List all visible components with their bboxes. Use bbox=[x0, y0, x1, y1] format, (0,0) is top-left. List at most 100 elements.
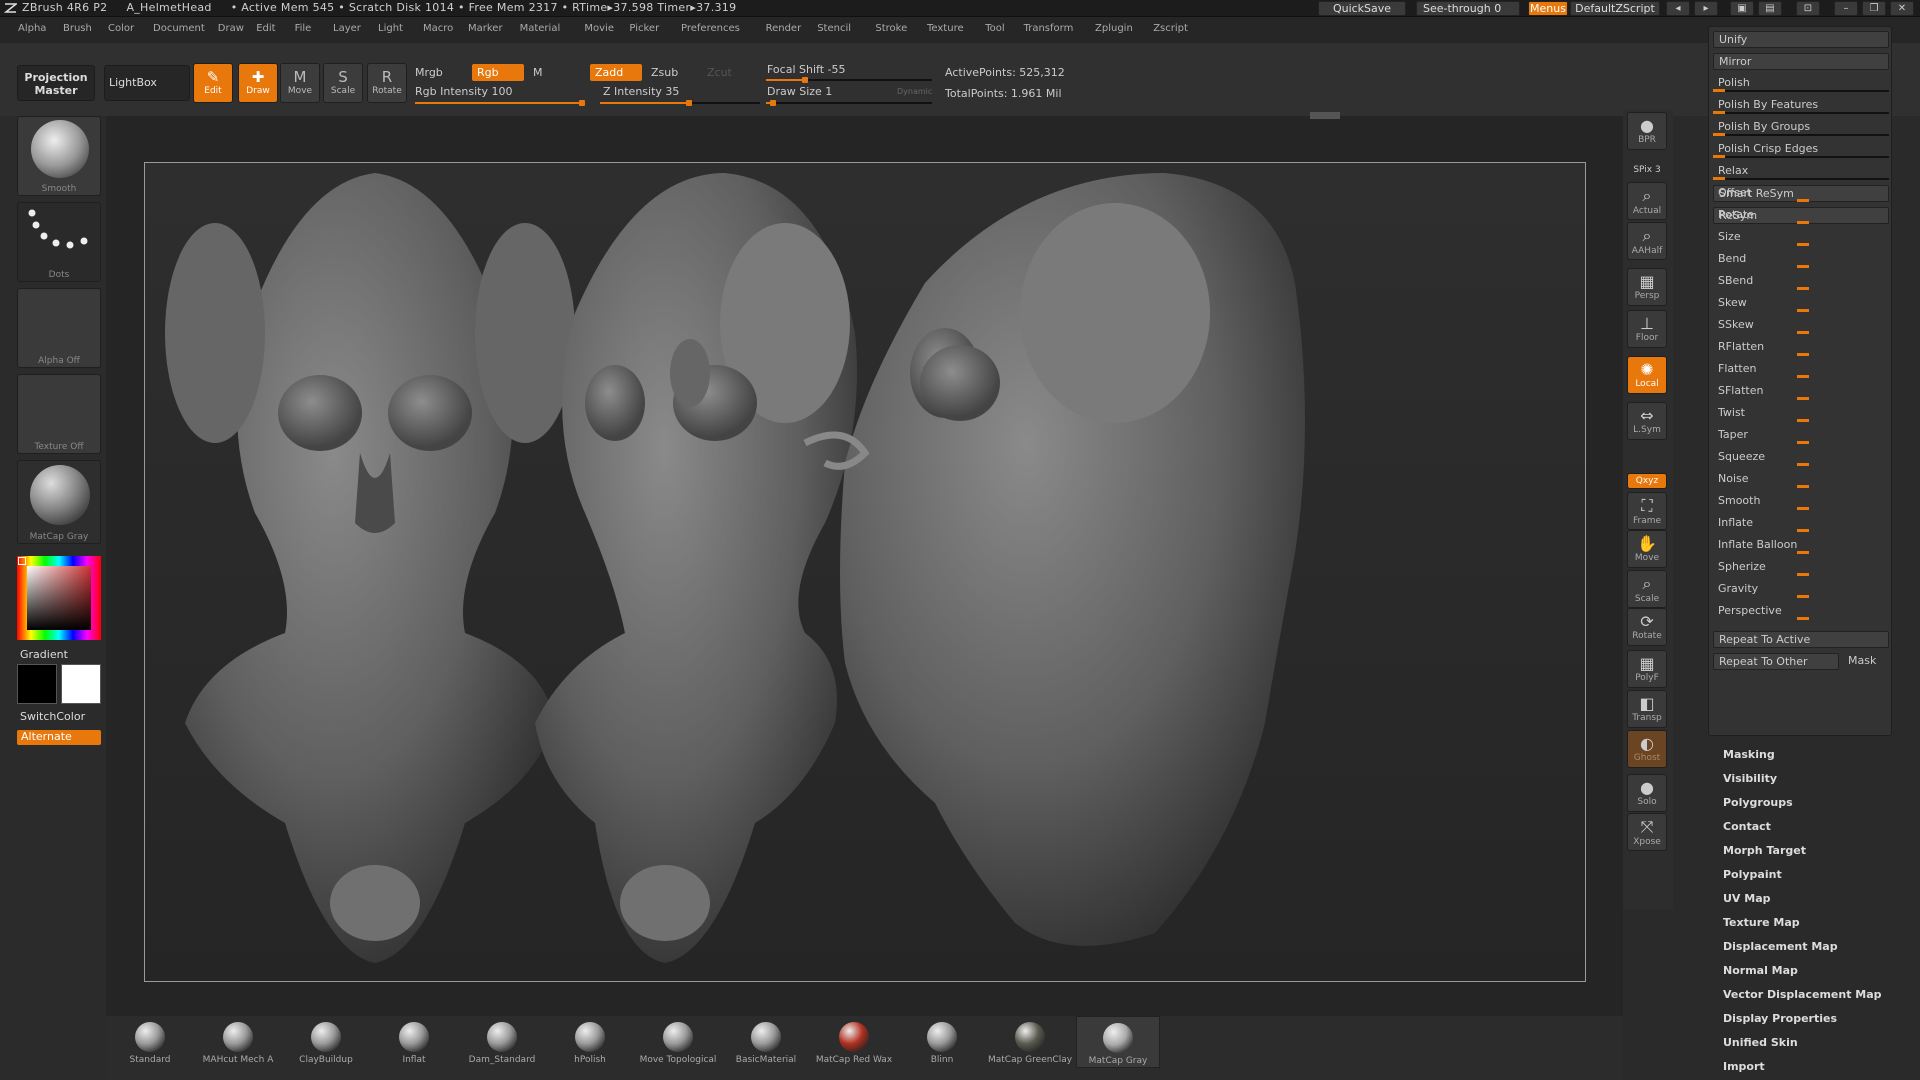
rgb-intensity-slider[interactable]: Rgb Intensity 100 bbox=[410, 83, 590, 100]
shelf-item-matcap-red-wax[interactable]: MatCap Red Wax bbox=[812, 1016, 896, 1068]
draw-size-slider[interactable]: Draw Size 1 bbox=[762, 83, 882, 100]
mask-button[interactable]: Mask bbox=[1843, 653, 1889, 670]
tool-scale-button[interactable]: ⌕ Scale bbox=[1627, 570, 1667, 608]
shelf-item-claybuildup[interactable]: ClayBuildup bbox=[284, 1016, 368, 1068]
deform-offset-slider[interactable]: Offset bbox=[1713, 185, 1889, 202]
tool-local-button[interactable]: ✺ Local bbox=[1627, 356, 1667, 394]
twist-track[interactable] bbox=[1773, 419, 1883, 422]
menu-item-macro[interactable]: Macro bbox=[423, 23, 453, 34]
default-zscript-button[interactable]: DefaultZScript bbox=[1570, 1, 1660, 16]
scroll-left-icon[interactable]: ◂ bbox=[1666, 1, 1690, 16]
smooth-track[interactable] bbox=[1773, 507, 1883, 510]
menu-item-alpha[interactable]: Alpha bbox=[18, 23, 46, 34]
tool-actual-button[interactable]: ⌕ Actual bbox=[1627, 182, 1667, 220]
polish-crisp-edges-track[interactable] bbox=[1713, 155, 1889, 158]
subpalette-displacement-map[interactable]: Displacement Map bbox=[1723, 940, 1838, 953]
menu-item-transform[interactable]: Transform bbox=[1024, 23, 1074, 34]
sbend-track[interactable] bbox=[1773, 287, 1883, 290]
tool-rotate-button[interactable]: ⟳ Rotate bbox=[1627, 608, 1667, 646]
canvas-scrollbar[interactable] bbox=[1310, 112, 1340, 119]
document-viewport[interactable] bbox=[144, 162, 1586, 982]
spherize-track[interactable] bbox=[1773, 573, 1883, 576]
menu-item-file[interactable]: File bbox=[295, 23, 312, 34]
z-intensity-slider[interactable]: Z Intensity 35 bbox=[598, 83, 758, 100]
deform-spherize-slider[interactable]: Spherize bbox=[1713, 559, 1889, 576]
deform-relax[interactable]: Relax bbox=[1713, 163, 1889, 180]
inflate-balloon-track[interactable] bbox=[1773, 551, 1883, 554]
see-through-slider[interactable]: See-through 0 bbox=[1416, 1, 1520, 16]
tool-move-button[interactable]: ✋ Move bbox=[1627, 530, 1667, 568]
shelf-item-dam-standard[interactable]: Dam_Standard bbox=[460, 1016, 544, 1068]
deform-perspective-slider[interactable]: Perspective bbox=[1713, 603, 1889, 620]
menu-item-tool[interactable]: Tool bbox=[985, 23, 1004, 34]
dynamic-toggle[interactable]: Dynamic bbox=[892, 83, 938, 100]
close-icon[interactable]: ✕ bbox=[1890, 1, 1914, 16]
subpalette-import[interactable]: Import bbox=[1723, 1060, 1765, 1073]
m-button[interactable]: M bbox=[528, 64, 554, 81]
repeat-to-active-button[interactable]: Repeat To Active bbox=[1713, 631, 1889, 648]
tool-polyf-button[interactable]: ▦ PolyF bbox=[1627, 650, 1667, 688]
tool-draw[interactable]: ✚ Draw bbox=[238, 63, 278, 103]
polish-by-features-track[interactable] bbox=[1713, 111, 1889, 114]
brush-slot[interactable]: Smooth bbox=[17, 116, 101, 196]
deform-sflatten-slider[interactable]: SFlatten bbox=[1713, 383, 1889, 400]
layout-alt-icon[interactable]: ▤ bbox=[1758, 1, 1782, 16]
shelf-item-matcap-gray[interactable]: MatCap Gray bbox=[1076, 1016, 1160, 1068]
shelf-item-move-topological[interactable]: Move Topological bbox=[636, 1016, 720, 1068]
noise-track[interactable] bbox=[1773, 485, 1883, 488]
menu-item-movie[interactable]: Movie bbox=[584, 23, 614, 34]
menu-item-zscript[interactable]: Zscript bbox=[1153, 23, 1188, 34]
deform-rflatten-slider[interactable]: RFlatten bbox=[1713, 339, 1889, 356]
menu-item-draw[interactable]: Draw bbox=[218, 23, 244, 34]
shelf-item-standard[interactable]: Standard bbox=[108, 1016, 192, 1068]
stroke-slot[interactable]: Dots bbox=[17, 202, 101, 282]
menu-item-light[interactable]: Light bbox=[378, 23, 403, 34]
lock-icon[interactable]: ⊡ bbox=[1796, 1, 1820, 16]
sflatten-track[interactable] bbox=[1773, 397, 1883, 400]
skew-track[interactable] bbox=[1773, 309, 1883, 312]
tool-move[interactable]: M Move bbox=[280, 63, 320, 103]
tool-frame-button[interactable]: ⛶ Frame bbox=[1627, 492, 1667, 530]
lightbox-button[interactable]: LightBox bbox=[104, 65, 190, 101]
inflate-track[interactable] bbox=[1773, 529, 1883, 532]
perspective-track[interactable] bbox=[1773, 617, 1883, 620]
menu-item-color[interactable]: Color bbox=[108, 23, 134, 34]
menu-item-texture[interactable]: Texture bbox=[927, 23, 964, 34]
scroll-right-icon[interactable]: ▸ bbox=[1694, 1, 1718, 16]
size-track[interactable] bbox=[1773, 243, 1883, 246]
color-picker[interactable] bbox=[17, 556, 101, 640]
tool-bpr-button[interactable]: ● BPR bbox=[1627, 112, 1667, 150]
qxyz-button[interactable]: Qxyz bbox=[1627, 473, 1667, 489]
layout-icon[interactable]: ▣ bbox=[1730, 1, 1754, 16]
shelf-item-mahcut-mech-a[interactable]: MAHcut Mech A bbox=[196, 1016, 280, 1068]
subpalette-display-properties[interactable]: Display Properties bbox=[1723, 1012, 1837, 1025]
tool-persp-button[interactable]: ▦ Persp bbox=[1627, 268, 1667, 306]
deform-mirror[interactable]: Mirror bbox=[1713, 53, 1889, 70]
deform-twist-slider[interactable]: Twist bbox=[1713, 405, 1889, 422]
subpalette-contact[interactable]: Contact bbox=[1723, 820, 1771, 833]
menu-item-brush[interactable]: Brush bbox=[63, 23, 92, 34]
tool-aahalf-button[interactable]: ⌕ AAHalf bbox=[1627, 222, 1667, 260]
subpalette-polygroups[interactable]: Polygroups bbox=[1723, 796, 1793, 809]
subpalette-masking[interactable]: Masking bbox=[1723, 748, 1775, 761]
tool-ghost-button[interactable]: ◐ Ghost bbox=[1627, 730, 1667, 768]
deform-gravity-slider[interactable]: Gravity bbox=[1713, 581, 1889, 598]
taper-track[interactable] bbox=[1773, 441, 1883, 444]
switch-color-button[interactable]: SwitchColor bbox=[17, 710, 101, 725]
shelf-item-matcap-greenclay[interactable]: MatCap GreenClay bbox=[988, 1016, 1072, 1068]
polish-track[interactable] bbox=[1713, 89, 1889, 92]
shelf-item-basicmaterial[interactable]: BasicMaterial bbox=[724, 1016, 808, 1068]
deform-sbend-slider[interactable]: SBend bbox=[1713, 273, 1889, 290]
menu-item-preferences[interactable]: Preferences bbox=[681, 23, 740, 34]
repeat-to-other-button[interactable]: Repeat To Other bbox=[1713, 653, 1839, 670]
deform-inflate-slider[interactable]: Inflate bbox=[1713, 515, 1889, 532]
shelf-item-hpolish[interactable]: hPolish bbox=[548, 1016, 632, 1068]
tool-xpose-button[interactable]: ⤧ Xpose bbox=[1627, 813, 1667, 851]
draw-size-track[interactable] bbox=[766, 100, 932, 106]
minimize-icon[interactable]: – bbox=[1834, 1, 1858, 16]
deform-squeeze-slider[interactable]: Squeeze bbox=[1713, 449, 1889, 466]
deform-polish-by-features[interactable]: Polish By Features bbox=[1713, 97, 1889, 114]
deform-unify[interactable]: Unify bbox=[1713, 31, 1889, 48]
subpalette-normal-map[interactable]: Normal Map bbox=[1723, 964, 1798, 977]
subpalette-vector-displacement-map[interactable]: Vector Displacement Map bbox=[1723, 988, 1882, 1001]
